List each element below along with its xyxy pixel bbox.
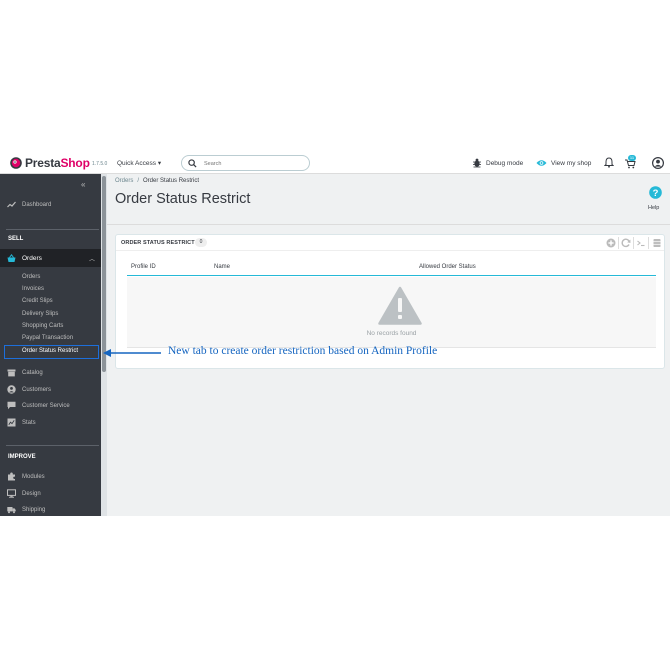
sidebar-item-shipping[interactable]: Shipping (22, 507, 45, 513)
page-header-divider (107, 224, 670, 225)
catalog-icon (7, 369, 16, 377)
chat-icon (7, 401, 16, 410)
annotation-text: New tab to create order restriction base… (168, 345, 438, 357)
sidebar-subitem-shopping-carts[interactable]: Shopping Carts (22, 323, 63, 329)
collapse-sidebar-icon[interactable]: « (81, 180, 85, 189)
trending-up-icon (7, 201, 16, 208)
panel-heading: ORDER STATUS RESTRICT 0 (116, 235, 664, 251)
sidebar-subitem-paypal-transaction[interactable]: Paypal Transaction (22, 335, 73, 341)
toolbar-divider (648, 237, 649, 249)
page-title: Order Status Restrict (115, 191, 251, 207)
svg-text:?: ? (653, 188, 659, 199)
refresh-icon[interactable] (621, 238, 631, 248)
section-divider (6, 445, 99, 446)
monitor-icon (7, 489, 16, 498)
breadcrumb-separator: / (137, 178, 140, 184)
sidebar-subitem-invoices[interactable]: Invoices (22, 286, 44, 292)
sidebar-item-customer-service[interactable]: Customer Service (22, 403, 70, 409)
admin-screen: PrestaShop 1.7.5.0 Quick Access ▾ Debug … (0, 153, 670, 516)
section-divider (6, 229, 99, 230)
column-header-name[interactable]: Name (214, 264, 230, 270)
sidebar-item-customers[interactable]: Customers (22, 387, 51, 393)
sidebar-item-catalog[interactable]: Catalog (22, 370, 43, 376)
sidebar-subitem-delivery-slips[interactable]: Delivery Slips (22, 311, 58, 317)
sidebar-item-stats[interactable]: Stats (22, 420, 36, 426)
truck-icon (7, 507, 16, 514)
bell-icon[interactable] (604, 157, 614, 168)
record-count-badge: 0 (195, 238, 207, 247)
toolbar-divider (618, 237, 619, 249)
add-new-icon[interactable] (606, 238, 616, 248)
breadcrumb-orders[interactable]: Orders (115, 178, 133, 184)
search-box[interactable] (181, 155, 310, 171)
sidebar-item-dashboard[interactable]: Dashboard (22, 202, 51, 208)
cart-count-badge: 11 (628, 155, 636, 161)
annotation-arrow-left-icon (103, 349, 161, 357)
quick-access-dropdown[interactable]: Quick Access ▾ (117, 159, 161, 167)
section-title-sell: SELL (8, 236, 24, 242)
warning-icon (378, 286, 422, 325)
section-title-improve: IMPROVE (8, 454, 36, 460)
bug-icon[interactable] (472, 158, 482, 168)
logo-text-presta: Presta (25, 156, 61, 170)
debug-mode-link[interactable]: Debug mode (486, 160, 523, 167)
user-account-icon[interactable] (652, 157, 664, 169)
search-icon[interactable] (188, 159, 197, 168)
brand-logo[interactable]: PrestaShop (25, 156, 90, 170)
stats-icon (7, 418, 16, 427)
database-icon[interactable] (652, 238, 662, 248)
table-header-underline (127, 275, 656, 276)
empty-table-body: No records found (127, 277, 656, 347)
breadcrumb-current: Order Status Restrict (143, 178, 200, 184)
logo-text-shop: Shop (60, 156, 90, 170)
sidebar-scrollbar-thumb[interactable] (102, 176, 106, 372)
breadcrumb: Orders / Order Status Restrict (115, 178, 199, 184)
eye-icon[interactable] (536, 159, 547, 167)
sidebar-item-design[interactable]: Design (22, 491, 41, 497)
sidebar-subitem-order-status-restrict[interactable]: Order Status Restrict (22, 348, 78, 354)
no-records-message: No records found (366, 330, 417, 337)
sidebar-item-orders-label: Orders (22, 255, 42, 262)
sidebar-subitem-credit-slips[interactable]: Credit Slips (22, 298, 53, 304)
sidebar-subitem-orders[interactable]: Orders (22, 274, 40, 280)
search-input[interactable] (204, 159, 304, 168)
view-my-shop-link[interactable]: View my shop (551, 160, 591, 167)
column-header-allowed-order-status[interactable]: Allowed Order Status (419, 264, 476, 270)
sidebar-item-modules[interactable]: Modules (22, 474, 45, 480)
sidebar-item-orders[interactable]: Orders ︿ (0, 249, 101, 267)
puzzle-icon (8, 472, 15, 481)
sidebar-scrollbar[interactable] (101, 174, 107, 516)
column-header-profile-id[interactable]: Profile ID (131, 264, 156, 270)
basket-icon (7, 254, 16, 262)
panel-title: ORDER STATUS RESTRICT (121, 240, 195, 246)
sidebar: « Dashboard SELL Orders ︿ Orders Invoice… (0, 174, 101, 516)
top-header: PrestaShop 1.7.5.0 Quick Access ▾ Debug … (0, 153, 670, 174)
sql-query-icon[interactable] (636, 238, 646, 248)
help-icon[interactable]: ? (649, 186, 662, 199)
prestashop-logo-icon[interactable] (10, 157, 22, 169)
chevron-up-icon[interactable]: ︿ (89, 254, 95, 263)
customer-icon (7, 385, 16, 394)
version-label: 1.7.5.0 (92, 161, 108, 167)
toolbar-divider (633, 237, 634, 249)
help-label[interactable]: Help (648, 205, 659, 211)
